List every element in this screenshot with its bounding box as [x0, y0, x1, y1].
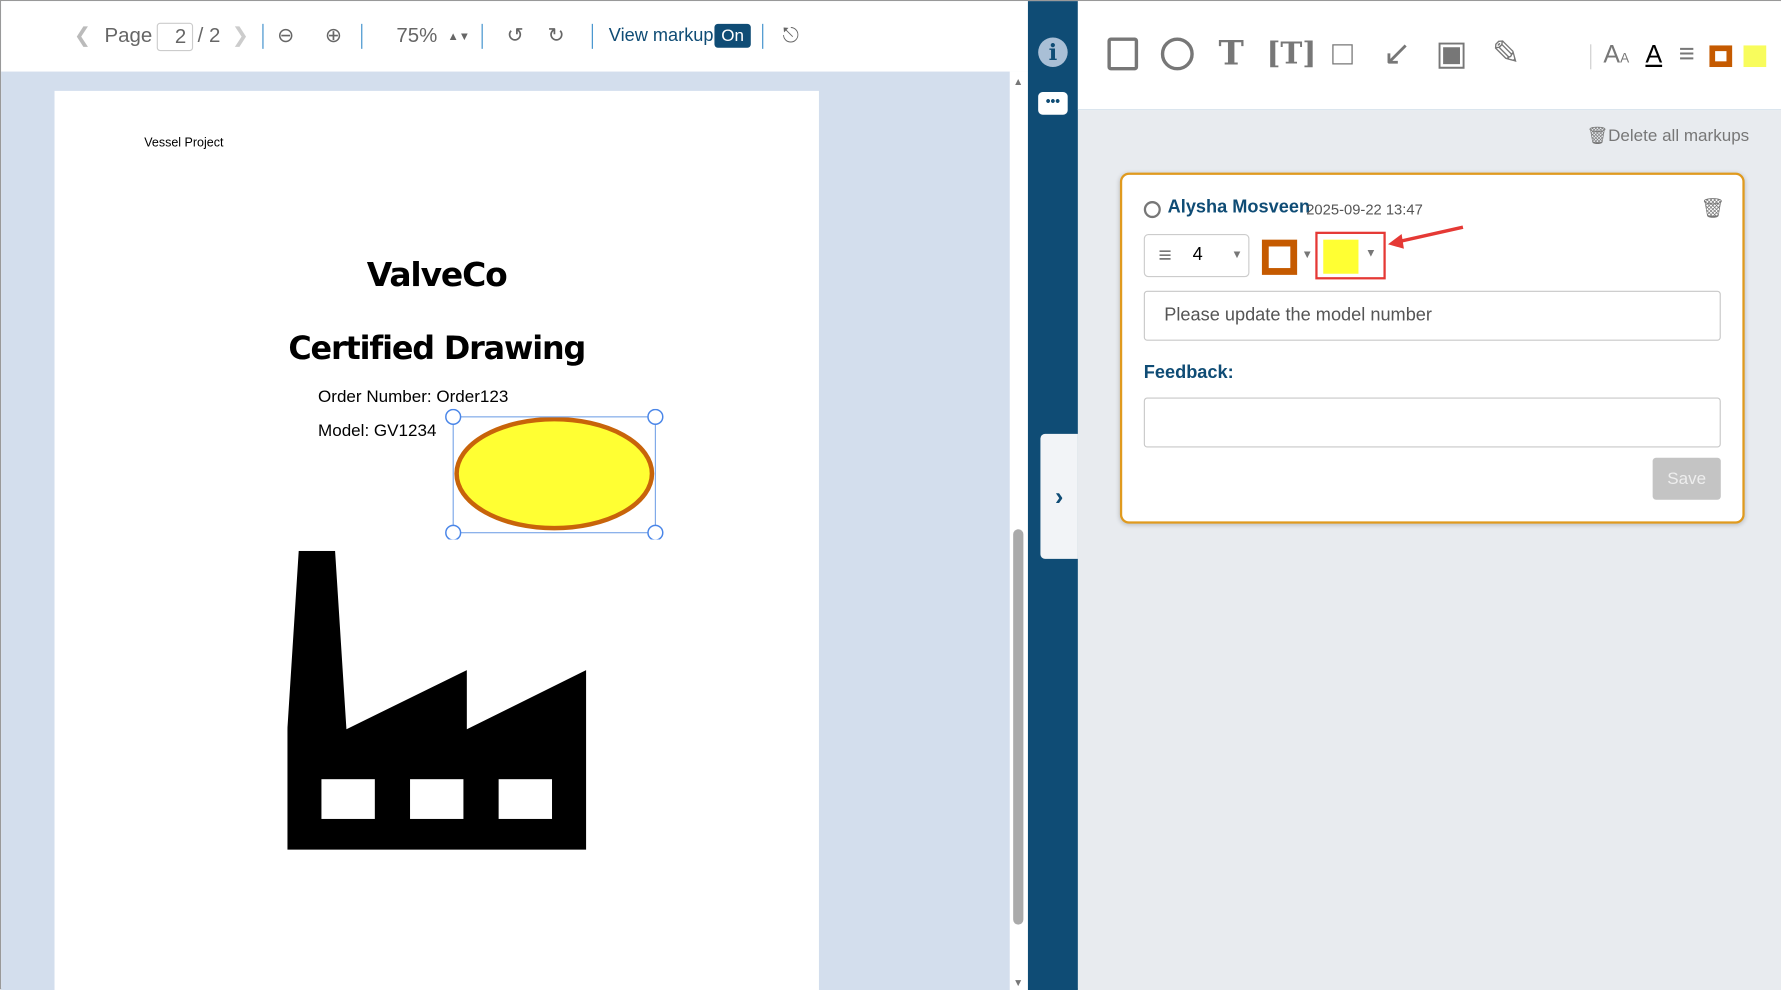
prev-page-button[interactable]: ❮: [74, 24, 91, 48]
markup-toolbar: T [T] □ ↙ ▣ ✎ AA A ≡: [1077, 1, 1781, 111]
resolve-radio[interactable]: [1143, 201, 1161, 219]
doc-model: Model: GV1234: [318, 421, 437, 441]
view-markup-label: View markup: [608, 26, 714, 46]
zoom-select[interactable]: 75%: [396, 24, 437, 48]
doc-title: Certified Drawing: [288, 329, 586, 367]
divider: [361, 23, 363, 49]
delete-all-label: Delete all markups: [1608, 126, 1750, 146]
divider: [481, 23, 483, 49]
divider: [262, 23, 264, 49]
page-label: Page: [104, 23, 153, 47]
comments-icon[interactable]: •••: [1038, 92, 1068, 115]
pencil-tool-icon[interactable]: ✎: [1487, 35, 1526, 74]
line-width-icon[interactable]: ≡: [1667, 35, 1706, 74]
doc-header: Vessel Project: [144, 136, 224, 150]
doc-company: ValveCo: [366, 255, 508, 295]
zoom-stepper-icon[interactable]: ▲▼: [448, 31, 470, 43]
rotate-right-icon[interactable]: ↻: [547, 24, 564, 48]
textbox-tool-icon[interactable]: [T]: [1266, 35, 1316, 74]
ellipse-shape[interactable]: [454, 416, 655, 531]
fill-swatch: [1323, 239, 1359, 274]
divider: [762, 23, 764, 49]
delete-all-markups-button[interactable]: 🗑Delete all markups: [1586, 125, 1749, 145]
scrollbar-thumb[interactable]: [1013, 529, 1024, 925]
divider: [1590, 44, 1592, 70]
view-markup-toggle[interactable]: On: [714, 23, 751, 48]
timestamp: 2025-09-22 13:47: [1306, 201, 1423, 219]
markup-comment-card: Alysha Mosveen 2025-09-22 13:47 🗑 ≡ 4 ▼ …: [1119, 172, 1745, 524]
chevron-down-icon: ▼: [1231, 248, 1243, 262]
arrow-tool-icon[interactable]: ↙: [1378, 35, 1417, 74]
ellipse-tool-icon[interactable]: [1160, 37, 1194, 71]
text-tool-icon[interactable]: T: [1212, 35, 1251, 74]
feedback-label: Feedback:: [1143, 363, 1234, 383]
zoom-out-icon[interactable]: ⊖: [277, 24, 294, 48]
line-width-icon: ≡: [1158, 243, 1172, 269]
trash-icon: 🗑: [1586, 126, 1609, 146]
font-size-icon[interactable]: AA: [1597, 35, 1636, 74]
comment-tool-icon[interactable]: ▣: [1432, 35, 1471, 74]
comment-input[interactable]: Please update the model number: [1143, 290, 1721, 341]
stroke-color-icon[interactable]: [1709, 45, 1733, 68]
viewer-toolbar: ❮ Page 2 / 2 ❯ ⊖ ⊕ 75% ▲▼ ↺ ↻ View marku…: [1, 1, 1028, 72]
rotate-left-icon[interactable]: ↺: [507, 24, 524, 48]
save-button[interactable]: Save: [1652, 457, 1721, 500]
fill-chevron-down-icon: ▼: [1365, 247, 1377, 261]
document-page: Vessel Project ValveCo Certified Drawing…: [54, 90, 819, 990]
annotation-arrow: [1387, 225, 1464, 249]
stroke-chevron-down-icon[interactable]: ▼: [1302, 249, 1313, 261]
fill-color-picker[interactable]: ▼: [1315, 231, 1386, 280]
delete-markup-icon[interactable]: 🗑: [1700, 198, 1725, 221]
callout-tool-icon[interactable]: □: [1323, 35, 1362, 74]
zoom-in-icon[interactable]: ⊕: [325, 24, 342, 48]
line-width-select[interactable]: ≡ 4 ▼: [1143, 233, 1250, 278]
factory-icon: [287, 550, 587, 850]
author-name: Alysha Mosveen: [1167, 197, 1311, 217]
info-icon[interactable]: i: [1038, 37, 1068, 68]
document-viewer: ❮ Page 2 / 2 ❯ ⊖ ⊕ 75% ▲▼ ↺ ↻ View marku…: [1, 1, 1028, 990]
next-page-button[interactable]: ❯: [232, 24, 249, 48]
line-width-value: 4: [1192, 245, 1203, 265]
page-total: / 2: [197, 23, 221, 47]
stamp-icon[interactable]: ⎋: [783, 24, 799, 48]
page-number-input[interactable]: 2: [156, 22, 194, 52]
feedback-input[interactable]: [1143, 397, 1721, 448]
rectangle-tool-icon[interactable]: [1106, 37, 1138, 71]
collapse-panel-button[interactable]: ›: [1040, 433, 1078, 559]
doc-order: Order Number: Order123: [318, 387, 509, 407]
ellipse-markup[interactable]: [441, 408, 668, 540]
fill-color-icon[interactable]: [1743, 45, 1767, 68]
divider: [591, 23, 593, 49]
markup-panel: T [T] □ ↙ ▣ ✎ AA A ≡ 🗑Delete all markups…: [1077, 1, 1781, 990]
stroke-color-picker[interactable]: [1261, 239, 1298, 275]
